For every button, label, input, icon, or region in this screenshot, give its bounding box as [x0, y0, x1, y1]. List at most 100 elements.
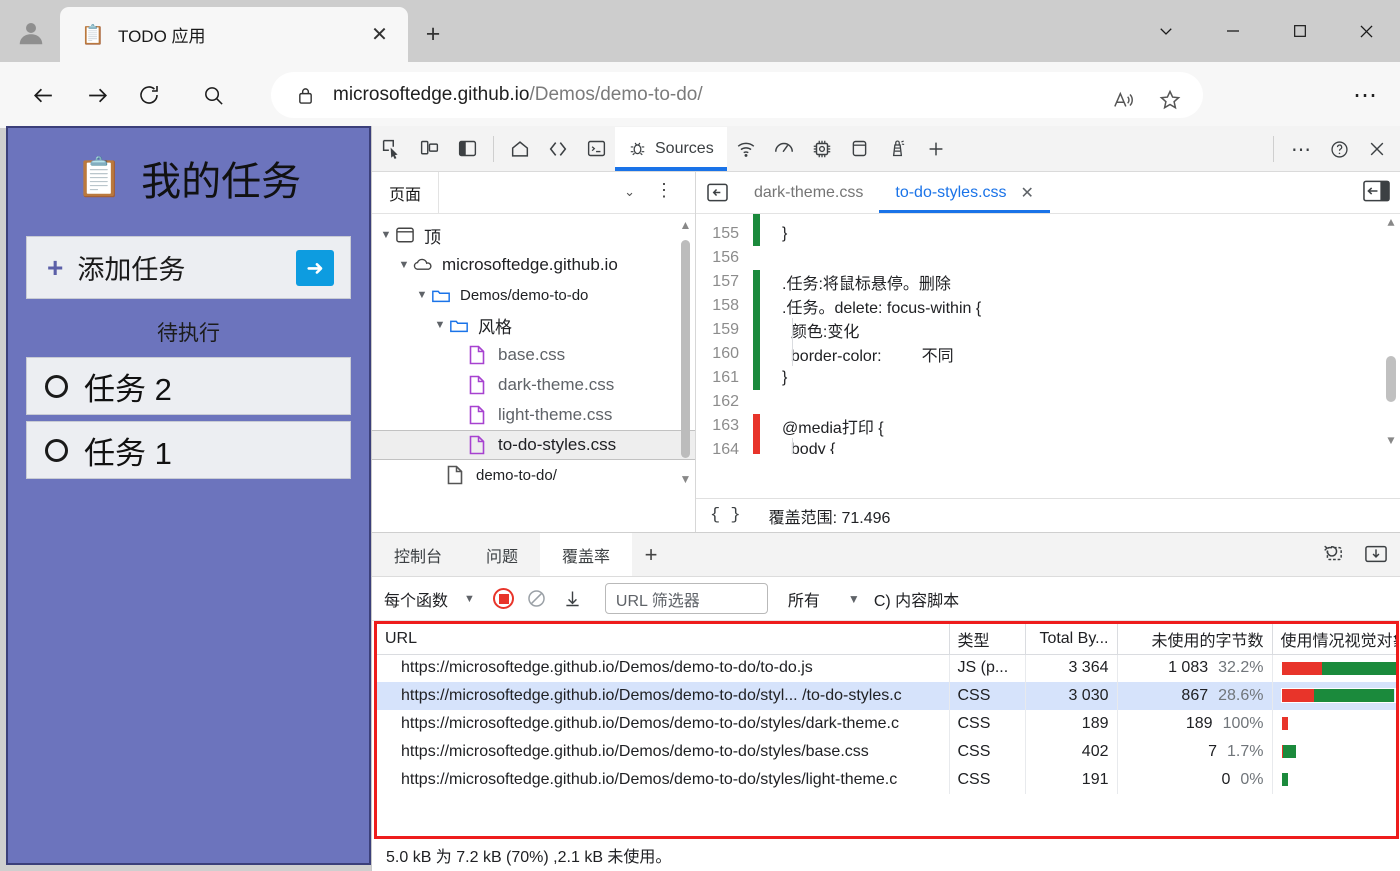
checkbox-circle-icon[interactable] — [45, 374, 68, 398]
performance-icon[interactable] — [765, 128, 803, 170]
line-number: 159 — [712, 321, 739, 338]
scroll-up-icon[interactable]: ▲ — [679, 218, 692, 232]
tree-row[interactable]: demo-to-do/ — [372, 460, 695, 489]
memory-icon[interactable] — [803, 128, 841, 170]
clear-button[interactable] — [519, 583, 555, 615]
tab-sources[interactable]: Sources — [615, 126, 727, 171]
navigator-more-icon[interactable]: ⋮ — [655, 180, 673, 201]
dock-to-right-icon[interactable] — [1363, 179, 1390, 203]
column-header-usage-visualization[interactable]: 使用情况视觉对象 — [1272, 624, 1396, 655]
tab-page[interactable]: 页面 — [372, 172, 440, 213]
clipboard-icon: 📋 — [81, 24, 105, 46]
type-filter-label[interactable]: 所有 — [788, 587, 820, 611]
close-icon[interactable]: ✕ — [365, 20, 394, 49]
tab-coverage[interactable]: 覆盖率 — [540, 533, 633, 576]
new-tab-button[interactable]: + — [418, 19, 448, 49]
tree-scrollbar[interactable]: ▲ ▼ — [679, 218, 692, 486]
add-task-row[interactable]: + 添加任务 ➜ — [26, 236, 351, 299]
table-row[interactable]: https://microsoftedge.github.io/Demos/de… — [377, 654, 1396, 682]
profile-avatar[interactable] — [8, 10, 54, 56]
pretty-print-icon[interactable]: { } — [710, 506, 741, 525]
scrollbar-thumb[interactable] — [1386, 356, 1396, 402]
close-icon[interactable]: ✕ — [1021, 183, 1034, 203]
todo-header: 📋 我的任务 — [8, 128, 369, 228]
column-header-url[interactable]: URL — [377, 624, 950, 655]
address-bar[interactable]: microsoftedge.github.io/Demos/demo-to-do… — [271, 72, 1203, 118]
table-row[interactable]: https://microsoftedge.github.io/Demos/de… — [377, 738, 1396, 766]
home-icon[interactable] — [501, 128, 539, 170]
export-icon[interactable] — [1359, 537, 1393, 571]
forward-icon[interactable] — [78, 76, 116, 114]
table-row[interactable]: https://microsoftedge.github.io/Demos/de… — [377, 682, 1396, 710]
browser-tab[interactable]: 📋 TODO 应用 ✕ — [60, 7, 408, 62]
submit-arrow-icon[interactable]: ➜ — [296, 250, 334, 286]
navigate-back-icon[interactable] — [696, 183, 738, 202]
devtools-close-icon[interactable] — [1358, 128, 1396, 170]
chevron-down-icon[interactable]: ⌄ — [624, 184, 635, 200]
reload-and-start-recording-icon[interactable] — [1315, 537, 1349, 571]
search-icon[interactable] — [194, 76, 232, 114]
device-toolbar-icon[interactable] — [410, 128, 448, 170]
inspect-element-icon[interactable] — [372, 128, 410, 170]
tree-row[interactable]: ▼ Demos/demo-to-do — [372, 280, 695, 310]
scrollbar-thumb[interactable] — [681, 240, 690, 458]
granularity-select[interactable]: 每个函数 ▼ — [384, 587, 475, 611]
list-item[interactable]: 任务 2 — [26, 357, 351, 415]
dock-side-icon[interactable] — [448, 128, 486, 170]
window-close-icon[interactable] — [1333, 0, 1400, 62]
content-scripts-checkbox[interactable]: C) 内容脚本 — [874, 587, 959, 611]
tree-row[interactable]: base.css — [372, 340, 695, 370]
maximize-icon[interactable] — [1266, 0, 1333, 62]
console-icon[interactable] — [577, 128, 615, 170]
coverage-status-bar: 5.0 kB 为 7.2 kB (70%) ,2.1 kB 未使用。 — [372, 839, 1400, 871]
record-icon — [493, 588, 515, 609]
scroll-up-icon[interactable]: ▲ — [1384, 216, 1398, 230]
tab-issues[interactable]: 问题 — [464, 533, 540, 576]
editor-scrollbar[interactable]: ▲ ▼ — [1384, 216, 1398, 448]
scroll-down-icon[interactable]: ▼ — [679, 472, 692, 486]
minimize-icon[interactable] — [1199, 0, 1266, 62]
chevron-down-icon[interactable] — [1132, 0, 1199, 62]
chevron-down-icon[interactable]: ▼ — [848, 592, 860, 606]
devtools-toolbar: Sources ⋯ — [372, 126, 1400, 172]
disclosure-triangle-icon[interactable]: ▼ — [432, 319, 448, 331]
table-row[interactable]: https://microsoftedge.github.io/Demos/de… — [377, 766, 1396, 794]
browser-more-icon[interactable]: ⋯ — [1343, 72, 1387, 118]
reload-icon[interactable] — [130, 76, 168, 114]
disclosure-triangle-icon[interactable]: ▼ — [414, 289, 430, 301]
tree-row[interactable]: ▼ 顶 — [372, 220, 695, 250]
column-header-type[interactable]: 类型 — [949, 624, 1026, 655]
column-header-total-bytes[interactable]: Total By... — [1025, 624, 1118, 655]
add-task-input[interactable]: 添加任务 — [77, 248, 185, 287]
network-icon[interactable] — [727, 128, 765, 170]
disclosure-triangle-icon[interactable]: ▼ — [378, 229, 394, 241]
lighthouse-icon[interactable] — [879, 128, 917, 170]
editor-tab-dark-theme[interactable]: dark-theme.css — [738, 172, 879, 213]
column-header-unused-bytes[interactable]: 未使用的字节数 — [1117, 624, 1273, 655]
url-filter-input[interactable]: URL 筛选器 — [604, 583, 768, 614]
checkbox-circle-icon[interactable] — [45, 438, 68, 462]
list-item[interactable]: 任务 1 — [26, 421, 351, 479]
tab-console[interactable]: 控制台 — [372, 533, 464, 576]
read-aloud-icon[interactable] — [1105, 81, 1143, 119]
table-row[interactable]: https://microsoftedge.github.io/Demos/de… — [377, 710, 1396, 738]
tree-row[interactable]: ▼ microsoftedge.github.io — [372, 250, 695, 280]
add-drawer-tab-button[interactable]: + — [632, 542, 670, 568]
scroll-down-icon[interactable]: ▼ — [1384, 434, 1398, 448]
download-button[interactable] — [555, 583, 591, 615]
tree-row[interactable]: dark-theme.css — [372, 370, 695, 400]
devtools-more-icon[interactable]: ⋯ — [1282, 128, 1320, 170]
favorite-star-icon[interactable] — [1151, 81, 1189, 119]
editor-tab-to-do-styles[interactable]: to-do-styles.css ✕ — [879, 172, 1050, 213]
application-icon[interactable] — [841, 128, 879, 170]
help-icon[interactable] — [1320, 128, 1358, 170]
code-editor[interactable]: 155 } 156 157 .任务:将鼠标悬停。删除 158 .任务。delet… — [696, 214, 1400, 454]
disclosure-triangle-icon[interactable]: ▼ — [396, 259, 412, 271]
elements-icon[interactable] — [539, 128, 577, 170]
tree-row[interactable]: light-theme.css — [372, 400, 695, 430]
more-panels-icon[interactable] — [917, 128, 955, 170]
record-button[interactable] — [488, 583, 519, 614]
back-icon[interactable] — [24, 76, 62, 114]
tree-row[interactable]: ▼ 风格 — [372, 310, 695, 340]
tree-row[interactable]: to-do-styles.css — [372, 430, 695, 460]
